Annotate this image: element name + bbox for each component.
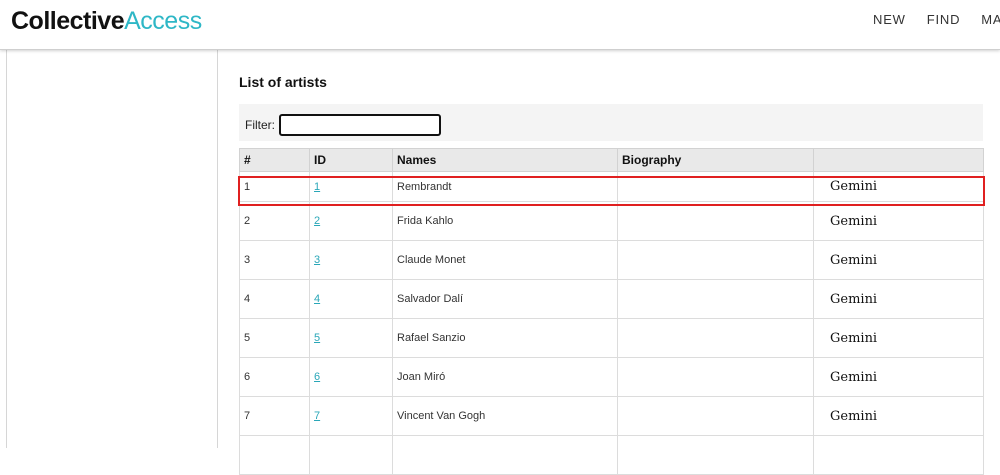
row-biography <box>617 357 814 397</box>
row-number <box>239 435 310 475</box>
filter-label: Filter: <box>245 118 275 132</box>
filter-bar: Filter: <box>239 104 983 141</box>
row-name <box>392 435 618 475</box>
row-id-cell: 5 <box>309 318 393 358</box>
row-id-link[interactable]: 4 <box>314 293 320 305</box>
column-header-number[interactable]: # <box>239 148 310 172</box>
row-id-cell: 2 <box>309 201 393 241</box>
row-id-cell: 1 <box>309 171 393 202</box>
nav-new[interactable]: NEW <box>873 12 906 27</box>
row-logo-cell: Gemini <box>813 201 984 241</box>
table-row[interactable]: 1 1 Rembrandt Gemini <box>239 171 984 202</box>
column-header-biography[interactable]: Biography <box>617 148 814 172</box>
row-id-link[interactable]: 7 <box>314 410 320 422</box>
row-logo-cell <box>813 435 984 475</box>
gemini-logo: Gemini <box>830 369 878 385</box>
row-id-link[interactable]: 2 <box>314 215 320 227</box>
row-id-link[interactable]: 5 <box>314 332 320 344</box>
row-id-link[interactable]: 3 <box>314 254 320 266</box>
nav-manage[interactable]: MAN <box>981 12 1000 27</box>
row-id-cell <box>309 435 393 475</box>
gemini-logo: Gemini <box>830 179 878 194</box>
row-biography <box>617 318 814 358</box>
row-name: Salvador Dalí <box>392 279 618 319</box>
row-name: Rafael Sanzio <box>392 318 618 358</box>
row-biography <box>617 435 814 475</box>
row-number: 6 <box>239 357 310 397</box>
gemini-logo: Gemini <box>830 291 878 307</box>
row-number: 2 <box>239 201 310 241</box>
gemini-logo: Gemini <box>830 330 878 346</box>
row-id-cell: 7 <box>309 396 393 436</box>
column-header-id[interactable]: ID <box>309 148 393 172</box>
row-number: 4 <box>239 279 310 319</box>
row-id-link[interactable]: 6 <box>314 371 320 383</box>
app-logo[interactable]: CollectiveAccess <box>11 7 202 36</box>
row-biography <box>617 171 814 202</box>
row-biography <box>617 240 814 280</box>
row-number: 5 <box>239 318 310 358</box>
row-name: Frida Kahlo <box>392 201 618 241</box>
top-bar: CollectiveAccess NEW FIND MAN <box>0 0 1000 50</box>
main-nav: NEW FIND MAN <box>873 12 1000 27</box>
row-biography <box>617 279 814 319</box>
column-header-names[interactable]: Names <box>392 148 618 172</box>
table-row[interactable]: 2 2 Frida Kahlo Gemini <box>239 201 984 241</box>
row-id-link[interactable]: 1 <box>314 181 320 193</box>
logo-text-access: Access <box>124 7 202 35</box>
table-row[interactable]: 7 7 Vincent Van Gogh Gemini <box>239 396 984 436</box>
table-row[interactable]: 4 4 Salvador Dalí Gemini <box>239 279 984 319</box>
row-logo-cell: Gemini <box>813 171 984 202</box>
row-name: Vincent Van Gogh <box>392 396 618 436</box>
row-id-cell: 3 <box>309 240 393 280</box>
table-header-row: # ID Names Biography <box>239 148 984 172</box>
row-name: Joan Miró <box>392 357 618 397</box>
table-row[interactable]: 6 6 Joan Miró Gemini <box>239 357 984 397</box>
table-row[interactable] <box>239 435 984 475</box>
gemini-logo: Gemini <box>830 408 878 424</box>
row-logo-cell: Gemini <box>813 396 984 436</box>
row-number: 1 <box>239 171 310 202</box>
table-row[interactable]: 3 3 Claude Monet Gemini <box>239 240 984 280</box>
row-id-cell: 6 <box>309 357 393 397</box>
row-number: 3 <box>239 240 310 280</box>
logo-text-collective: Collective <box>11 7 125 35</box>
row-biography <box>617 396 814 436</box>
row-id-cell: 4 <box>309 279 393 319</box>
row-biography <box>617 201 814 241</box>
row-logo-cell: Gemini <box>813 357 984 397</box>
page-title: List of artists <box>239 74 327 90</box>
row-logo-cell: Gemini <box>813 279 984 319</box>
filter-input[interactable] <box>279 114 441 136</box>
column-header-actions <box>813 148 984 172</box>
row-number: 7 <box>239 396 310 436</box>
row-name: Claude Monet <box>392 240 618 280</box>
artists-table: # ID Names Biography 1 1 Rembrandt Gemin… <box>239 148 984 475</box>
row-name: Rembrandt <box>392 171 618 202</box>
gemini-logo: Gemini <box>830 213 878 229</box>
gemini-logo: Gemini <box>830 252 878 268</box>
nav-find[interactable]: FIND <box>927 12 961 27</box>
row-logo-cell: Gemini <box>813 240 984 280</box>
table-row[interactable]: 5 5 Rafael Sanzio Gemini <box>239 318 984 358</box>
row-logo-cell: Gemini <box>813 318 984 358</box>
left-sidebar <box>6 50 218 448</box>
